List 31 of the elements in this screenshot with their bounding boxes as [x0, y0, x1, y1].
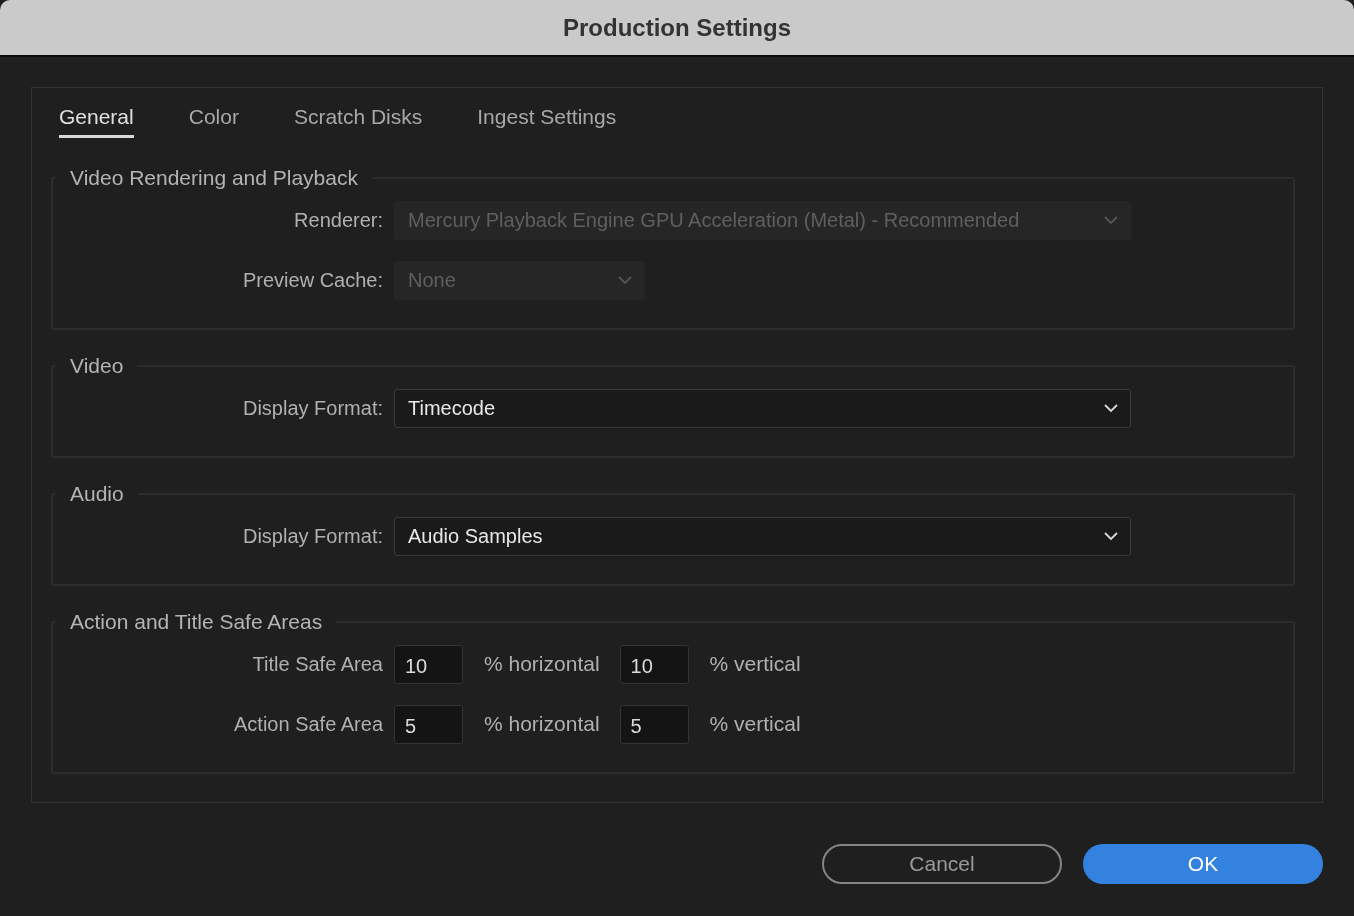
- cancel-button[interactable]: Cancel: [822, 844, 1062, 884]
- window-title: Production Settings: [563, 13, 791, 42]
- unit-label: % vertical: [709, 712, 801, 736]
- tab[interactable]: General: [59, 102, 134, 138]
- field-label: Preview Cache:: [241, 268, 383, 292]
- field-label: Action Safe Area: [233, 712, 383, 736]
- tab[interactable]: Ingest Settings: [477, 102, 617, 138]
- unit-label: % vertical: [709, 652, 801, 676]
- dropdown[interactable]: Audio Samples: [394, 516, 1131, 556]
- group-title: Video Rendering and Playback: [69, 166, 359, 190]
- unit-label: % horizontal: [484, 712, 600, 736]
- field-label: Display Format:: [241, 524, 383, 548]
- group-title: Video: [69, 354, 125, 378]
- input-field[interactable]: 5: [619, 704, 689, 744]
- field-label: Title Safe Area: [251, 652, 383, 676]
- group-title: Audio: [69, 482, 125, 506]
- field-label: Renderer:: [293, 208, 383, 232]
- input-field[interactable]: 5: [394, 704, 463, 744]
- input-field[interactable]: 10: [619, 644, 689, 684]
- dropdown[interactable]: Timecode: [394, 388, 1131, 428]
- input-field[interactable]: 10: [394, 644, 463, 684]
- chevron-down-icon: [1104, 404, 1118, 412]
- field-label: Display Format:: [241, 396, 383, 420]
- tab[interactable]: Scratch Disks: [293, 102, 423, 138]
- chevron-down-icon: [1104, 216, 1118, 224]
- tab[interactable]: Color: [188, 102, 239, 138]
- chevron-down-icon: [1104, 532, 1118, 540]
- ok-button[interactable]: OK: [1083, 844, 1323, 884]
- chevron-down-icon: [618, 276, 632, 284]
- group-title: Action and Title Safe Areas: [69, 610, 324, 634]
- unit-label: % horizontal: [484, 652, 600, 676]
